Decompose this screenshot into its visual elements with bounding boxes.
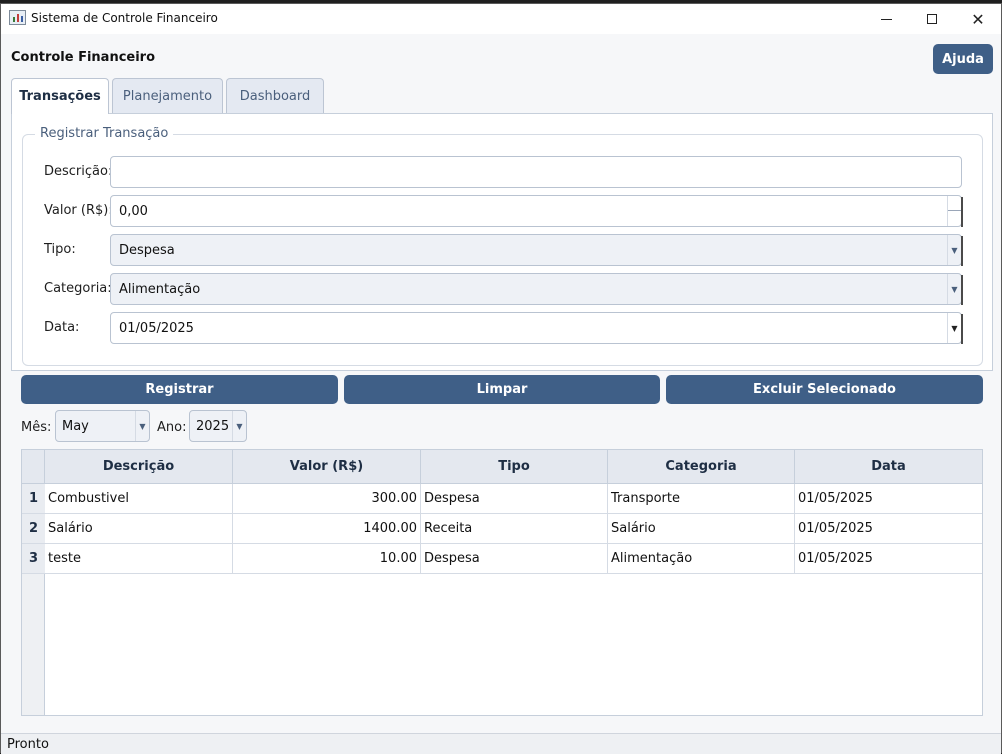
- data-date-picker[interactable]: 01/05/2025 ▼: [110, 312, 963, 344]
- table-cell[interactable]: 01/05/2025: [795, 544, 982, 574]
- table-cell[interactable]: Salário: [608, 514, 795, 544]
- table-cell[interactable]: 10.00: [233, 544, 421, 574]
- minimize-icon: [880, 18, 892, 20]
- categoria-select[interactable]: Alimentação ▼: [110, 273, 963, 305]
- data-value: 01/05/2025: [119, 320, 194, 336]
- month-value: May: [62, 418, 89, 434]
- close-icon: ✕: [971, 9, 985, 29]
- table-cell[interactable]: Despesa: [421, 484, 608, 514]
- valor-value: 0,00: [119, 203, 148, 219]
- close-button[interactable]: ✕: [955, 4, 1001, 34]
- chevron-down-icon[interactable]: ▼: [232, 411, 246, 441]
- table-cell[interactable]: Salário: [45, 514, 233, 544]
- chevron-down-icon[interactable]: ▼: [947, 313, 961, 343]
- group-title: Registrar Transação: [35, 126, 174, 141]
- valor-spinbox[interactable]: 0,00: [110, 195, 963, 227]
- transactions-table[interactable]: Descrição Valor (R$) Tipo Categoria Data…: [21, 449, 983, 716]
- table-cell[interactable]: 300.00: [233, 484, 421, 514]
- status-bar: Pronto: [1, 733, 1001, 754]
- tab-panel-transacoes: Registrar Transação Descrição: Valor (R$…: [11, 113, 993, 371]
- categoria-label: Categoria:: [44, 281, 112, 296]
- tab-dashboard[interactable]: Dashboard: [226, 78, 324, 113]
- chevron-down-icon[interactable]: ▼: [947, 235, 961, 265]
- spin-buttons[interactable]: [947, 196, 961, 226]
- row-header[interactable]: 3: [22, 544, 45, 574]
- table-cell[interactable]: 01/05/2025: [795, 484, 982, 514]
- table-corner[interactable]: [22, 450, 45, 484]
- clear-button[interactable]: Limpar: [344, 375, 660, 404]
- minimize-button[interactable]: [863, 4, 909, 34]
- year-label: Ano:: [157, 420, 187, 435]
- chevron-down-icon[interactable]: ▼: [947, 274, 961, 304]
- maximize-icon: [927, 14, 937, 24]
- row-header[interactable]: 2: [22, 514, 45, 544]
- table-cell[interactable]: 1400.00: [233, 514, 421, 544]
- table-cell[interactable]: 01/05/2025: [795, 514, 982, 544]
- table-cell[interactable]: Combustivel: [45, 484, 233, 514]
- descricao-label: Descrição:: [44, 164, 113, 179]
- column-header-data[interactable]: Data: [795, 450, 982, 484]
- column-header-categoria[interactable]: Categoria: [608, 450, 795, 484]
- register-transaction-group: Registrar Transação Descrição: Valor (R$…: [22, 126, 983, 366]
- table-cell[interactable]: Despesa: [421, 544, 608, 574]
- categoria-value: Alimentação: [119, 281, 201, 297]
- title-bar: Sistema de Controle Financeiro ✕: [1, 4, 1001, 34]
- app-window: Sistema de Controle Financeiro ✕ Control…: [0, 3, 1002, 754]
- table-cell[interactable]: teste: [45, 544, 233, 574]
- column-header-descricao[interactable]: Descrição: [45, 450, 233, 484]
- register-button[interactable]: Registrar: [21, 375, 338, 404]
- descricao-input[interactable]: [110, 156, 962, 188]
- tipo-value: Despesa: [119, 242, 175, 258]
- row-header[interactable]: 1: [22, 484, 45, 514]
- table-cell[interactable]: Alimentação: [608, 544, 795, 574]
- valor-label: Valor (R$):: [44, 203, 113, 218]
- table-cell[interactable]: Transporte: [608, 484, 795, 514]
- tipo-label: Tipo:: [44, 242, 76, 257]
- table-cell[interactable]: Receita: [421, 514, 608, 544]
- tipo-select[interactable]: Despesa ▼: [110, 234, 963, 266]
- tab-transacoes[interactable]: Transações: [11, 78, 109, 114]
- month-select[interactable]: May ▼: [55, 410, 150, 442]
- data-label: Data:: [44, 320, 80, 335]
- tab-planejamento[interactable]: Planejamento: [112, 78, 223, 113]
- status-text: Pronto: [7, 736, 49, 752]
- year-select[interactable]: 2025 ▼: [189, 410, 247, 442]
- help-button[interactable]: Ajuda: [933, 44, 993, 74]
- column-header-tipo[interactable]: Tipo: [421, 450, 608, 484]
- chevron-down-icon[interactable]: ▼: [135, 411, 149, 441]
- delete-selected-button[interactable]: Excluir Selecionado: [666, 375, 983, 404]
- maximize-button[interactable]: [909, 4, 955, 34]
- chart-app-icon: [9, 10, 26, 25]
- column-header-valor[interactable]: Valor (R$): [233, 450, 421, 484]
- page-title: Controle Financeiro: [11, 50, 156, 65]
- year-value: 2025: [196, 418, 230, 434]
- window-title: Sistema de Controle Financeiro: [31, 11, 218, 25]
- month-label: Mês:: [21, 420, 52, 435]
